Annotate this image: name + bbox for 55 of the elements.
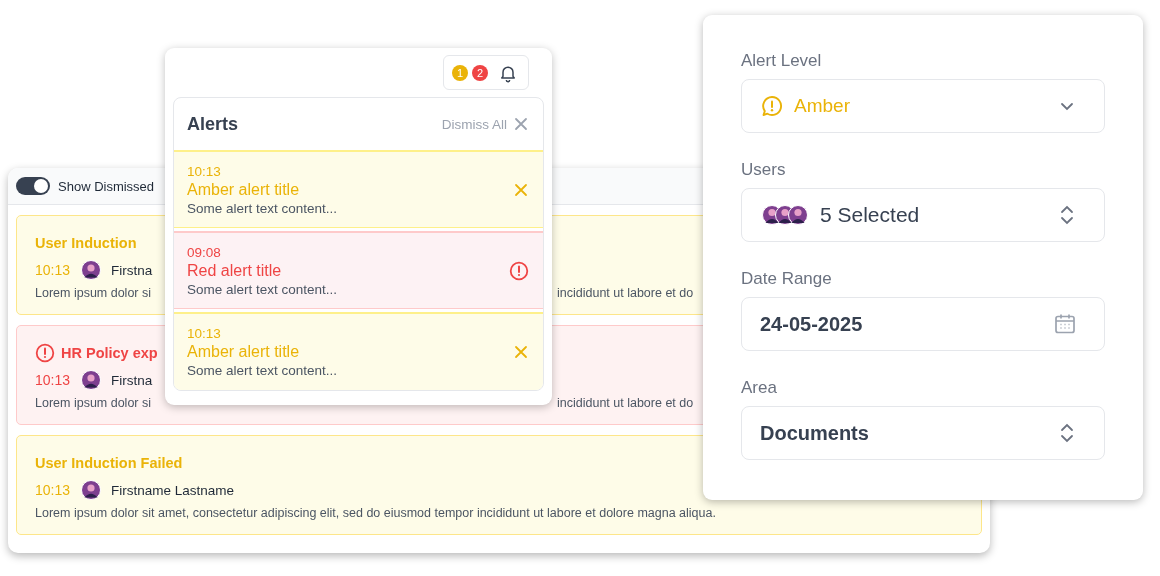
field-label: Users [741, 160, 787, 180]
alert-text: incididunt ut labore et do [557, 396, 694, 410]
up-down-chevron-icon [1058, 204, 1076, 226]
alert-text: Some alert text content... [187, 281, 338, 297]
toggle-label: Show Dismissed [58, 178, 155, 194]
alert-title: User Induction [35, 235, 137, 251]
alert-item[interactable]: 10:13 Amber alert title Some alert text content... [174, 312, 543, 390]
alert-text: Some alert text content... [187, 200, 338, 216]
close-icon [513, 116, 529, 132]
field-label: Date Range [741, 269, 833, 289]
alert-time: 10:13 [187, 163, 222, 179]
avatar-icon [81, 480, 101, 500]
user-name: Firstname Lastname [111, 482, 235, 498]
alerts-heading: Alerts [187, 113, 239, 135]
alert-text: Lorem ipsum dolor si [35, 286, 151, 300]
up-down-chevron-icon [1058, 422, 1076, 444]
toggle-switch[interactable] [16, 177, 50, 195]
alert-item[interactable]: 10:13 Amber alert title Some alert text content... [174, 150, 543, 228]
alert-time: 09:08 [187, 244, 222, 260]
calendar-icon [1054, 313, 1076, 335]
alert-title: User Induction Failed [35, 455, 183, 471]
alert-circle-icon [35, 343, 55, 363]
select-field[interactable]: Documents [741, 406, 1105, 460]
alert-time: 10:13 [35, 482, 71, 498]
count-badge: 2 [472, 64, 488, 81]
count-badge: 1 [452, 64, 468, 81]
alert-time: 10:13 [35, 262, 71, 278]
user-name: Firstna [111, 262, 153, 278]
alert-text: incididunt ut labore et do [557, 286, 694, 300]
avatar-icon [81, 260, 101, 280]
avatar-icon [81, 370, 101, 390]
field-value: 5 Selected [820, 203, 921, 227]
close-icon[interactable] [513, 181, 529, 198]
notifications-button[interactable]: 1 2 [443, 55, 529, 90]
user-name: Firstna [111, 372, 153, 388]
close-icon[interactable] [513, 344, 529, 360]
alert-title: HR Policy exp [61, 345, 158, 361]
alert-title: Red alert title [187, 261, 283, 280]
alert-text: Some alert text content... [187, 363, 338, 378]
alert-title: Amber alert title [187, 180, 301, 199]
field-label: Alert Level [741, 51, 823, 71]
alert-text: Lorem ipsum dolor si [35, 396, 151, 410]
avatar-group-icon [760, 202, 810, 228]
alert-title: Amber alert title [187, 343, 301, 361]
date-field[interactable]: 24-05-2025 [741, 297, 1105, 351]
field-value: 24-05-2025 [760, 312, 864, 336]
alert-circle-icon [509, 260, 529, 281]
select-field[interactable]: 5 Selected [741, 188, 1105, 242]
alert-bubble-icon [760, 94, 784, 118]
alert-text: Lorem ipsum dolor sit amet, consectetur adipiscing elit, sed do eiusmod tempor incididunt ut labore et dolore magna aliqua. [35, 506, 716, 520]
alert-time: 10:13 [187, 326, 222, 341]
alert-item[interactable]: 09:08 Red alert title Some alert text content... [174, 231, 543, 309]
field-label: Area [741, 378, 778, 398]
alert-time: 10:13 [35, 372, 71, 388]
field-value: Amber [794, 95, 851, 117]
